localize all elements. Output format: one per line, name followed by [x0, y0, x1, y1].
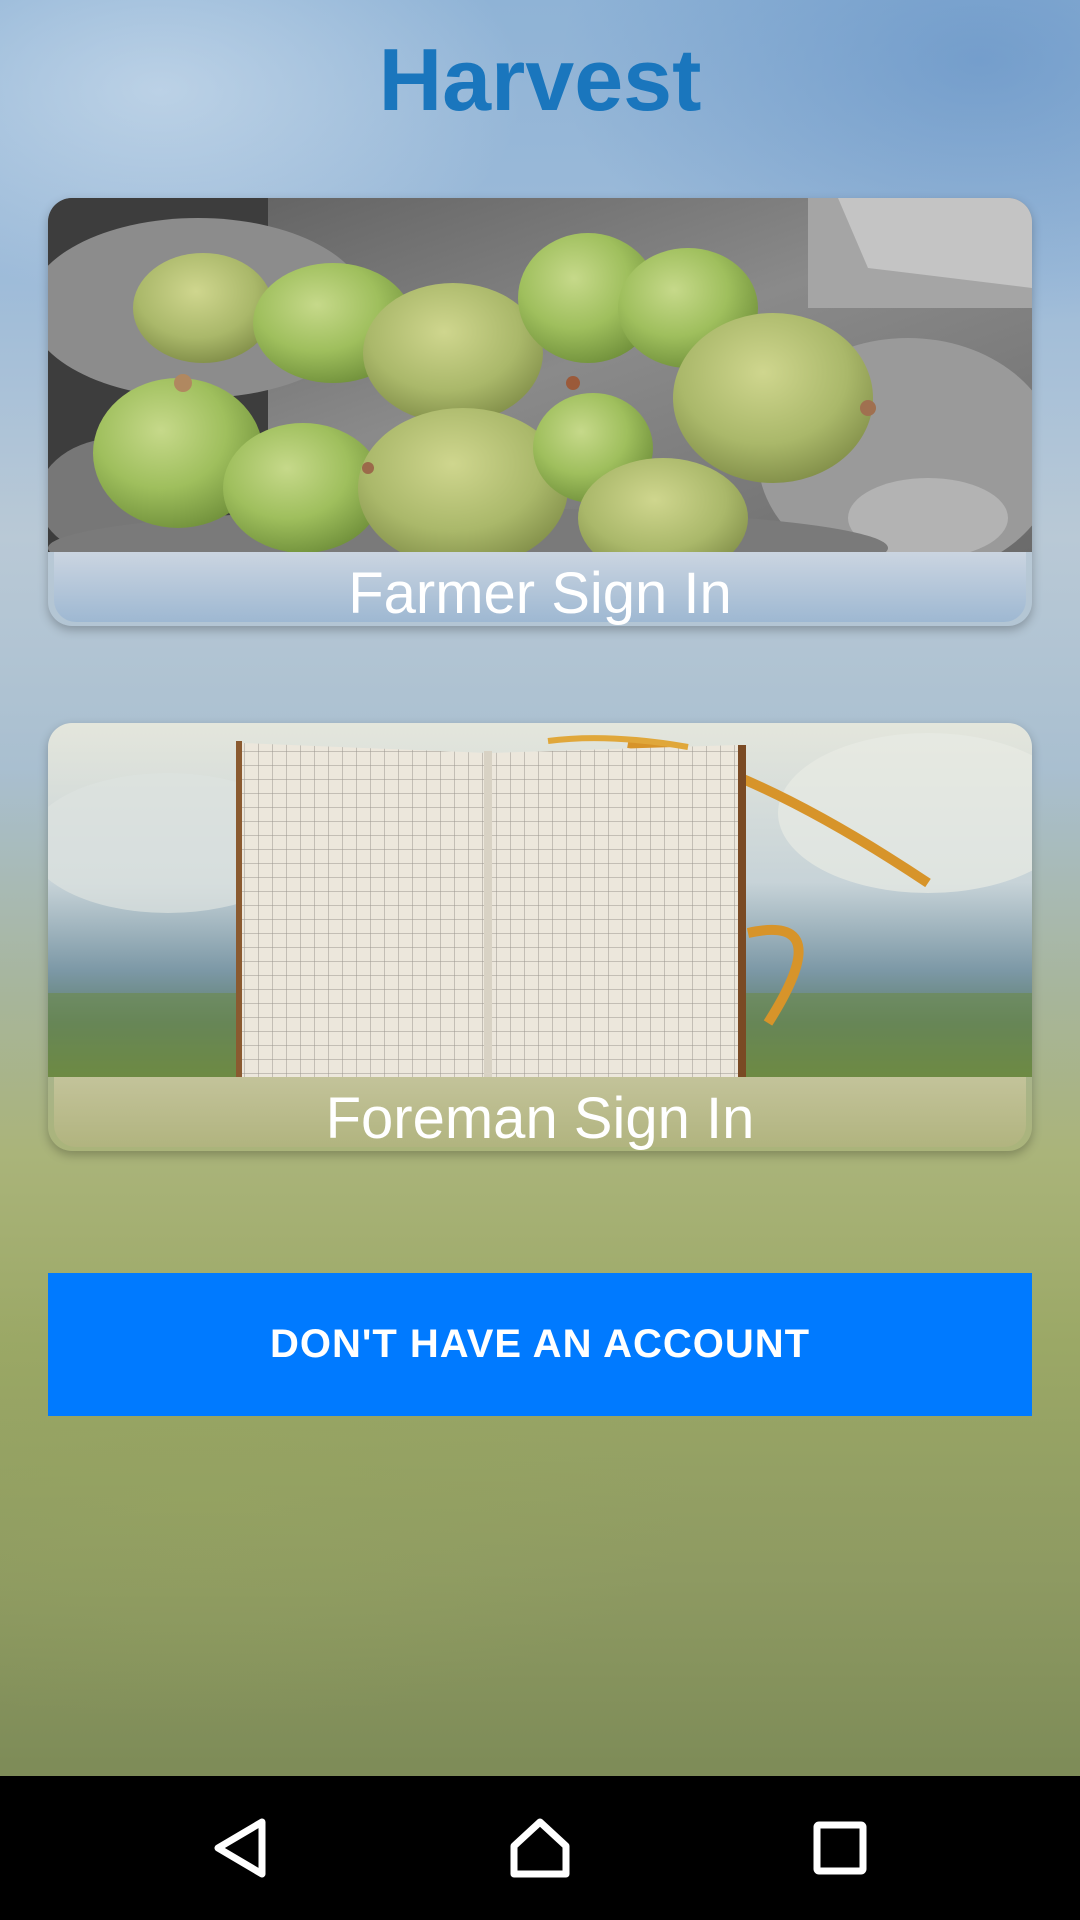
foreman-sign-in-card[interactable]: Foreman Sign In: [48, 723, 1032, 1151]
navigation-bar: [0, 1776, 1080, 1920]
farmer-sign-in-card[interactable]: Farmer Sign In: [48, 198, 1032, 626]
foreman-card-image: [48, 723, 1032, 1077]
dont-have-account-button[interactable]: DON'T HAVE AN ACCOUNT: [48, 1273, 1032, 1416]
back-icon[interactable]: [190, 1798, 290, 1898]
app-title: Harvest: [378, 30, 702, 129]
farmer-sign-in-label: Farmer Sign In: [54, 552, 1026, 626]
home-icon[interactable]: [490, 1798, 590, 1898]
farmer-card-image: [48, 198, 1032, 552]
recent-apps-icon[interactable]: [790, 1798, 890, 1898]
foreman-sign-in-label: Foreman Sign In: [54, 1077, 1026, 1151]
